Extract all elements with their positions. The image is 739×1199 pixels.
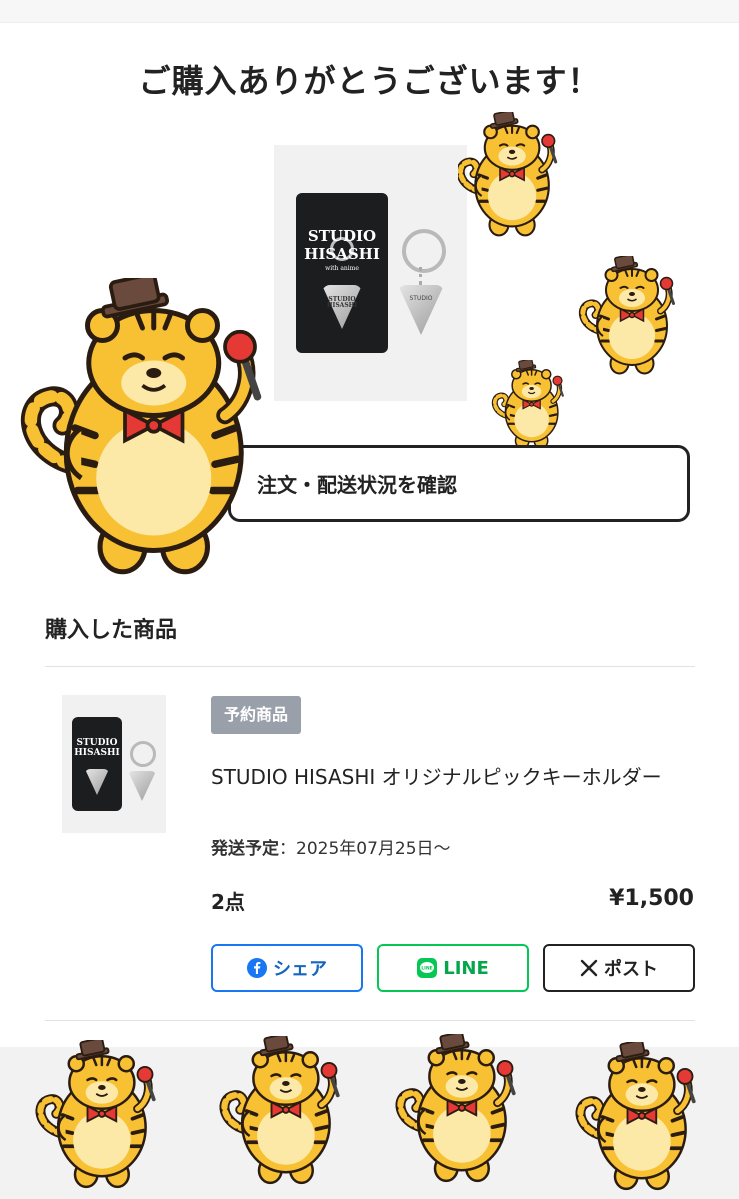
thumb-card-text-line2: HISASHI <box>74 748 120 758</box>
line-share-label: LINE <box>443 957 489 979</box>
svg-text:LINE: LINE <box>421 965 433 971</box>
thumb-card-text-line1: STUDIO <box>76 738 118 748</box>
product-name-link[interactable]: STUDIO HISASHI オリジナルピックキーホルダー <box>211 762 701 792</box>
tiger-mascot-icon <box>573 256 688 376</box>
keyring-chain <box>419 267 422 285</box>
price: ¥1,500 <box>609 886 694 911</box>
x-logo-icon <box>580 959 598 977</box>
card-text-line1: STUDIO <box>307 227 377 245</box>
card-pick-text: STUDIO HISASHI <box>326 296 358 309</box>
thumb-keyring-pick <box>128 771 156 801</box>
quantity: 2点 <box>211 890 245 914</box>
tiger-mascot-icon <box>570 1042 710 1192</box>
page-title: ご購入ありがとうございます！ <box>138 62 601 100</box>
keyring-pick <box>398 285 444 335</box>
thumb-card-pick <box>85 769 109 795</box>
tiger-mascot-large-icon <box>0 278 300 578</box>
ship-date: 2025年07月25日〜 <box>296 839 451 859</box>
divider <box>45 1020 695 1021</box>
tiger-mascot-icon <box>488 360 573 450</box>
blister-card: STUDIO HISASHI with anime STUDIO HISASHI <box>296 193 388 353</box>
line-share-button[interactable]: LINE LINE <box>377 944 529 992</box>
tiger-mascot-icon <box>30 1040 170 1190</box>
card-subtext: with anime <box>325 265 359 272</box>
product-thumbnail[interactable]: STUDIO HISASHI <box>62 695 166 833</box>
top-bar <box>0 0 739 23</box>
x-post-label: ポスト <box>604 959 658 980</box>
ship-label: 発送予定 <box>211 839 279 859</box>
tiger-mascot-icon <box>214 1036 354 1186</box>
thumb-keyring <box>130 741 156 767</box>
x-post-button[interactable]: ポスト <box>543 944 695 992</box>
facebook-share-label: シェア <box>273 959 327 980</box>
ship-separator: ： <box>279 839 296 859</box>
facebook-icon <box>247 958 267 978</box>
tiger-mascot-icon <box>458 112 563 238</box>
divider <box>45 666 695 667</box>
ship-date-row: 発送予定：2025年07月25日〜 <box>211 834 451 859</box>
facebook-share-button[interactable]: シェア <box>211 944 363 992</box>
thumb-card: STUDIO HISASHI <box>72 717 122 811</box>
keyring-pick-text: STUDIO <box>409 295 433 302</box>
tiger-mascot-icon <box>390 1034 530 1184</box>
keyring <box>402 229 446 273</box>
line-icon: LINE <box>417 958 438 978</box>
preorder-badge: 予約商品 <box>211 696 302 734</box>
card-text-line2: HISASHI <box>304 245 380 263</box>
purchased-items-heading: 購入した商品 <box>45 618 178 643</box>
product-hero-image: STUDIO HISASHI with anime STUDIO HISASHI… <box>274 145 467 401</box>
